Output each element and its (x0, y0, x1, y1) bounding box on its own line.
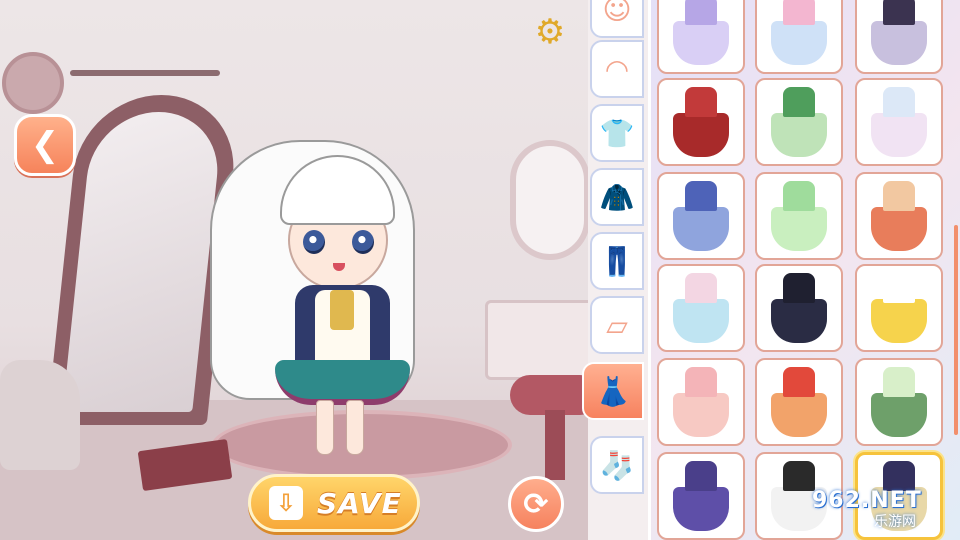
save-button-label: SAVE (317, 486, 402, 520)
wall-hat-decoration (2, 52, 64, 114)
dress-thumbnail-icon (769, 459, 829, 533)
stool-leg (545, 410, 565, 480)
outfit-item[interactable] (755, 358, 843, 446)
category-tab-jacket[interactable]: 🧥 (590, 168, 644, 226)
outfit-item[interactable] (657, 172, 745, 260)
outfit-item[interactable] (855, 264, 943, 352)
dress-thumbnail-icon (769, 85, 829, 159)
category-tab-pants[interactable]: 👖 (590, 232, 644, 290)
category-tab-dress[interactable]: 👗 (582, 362, 644, 420)
outfit-item[interactable] (755, 0, 843, 74)
item-grid-scrollbar[interactable] (954, 225, 958, 435)
category-tab-skirt[interactable]: ▱ (590, 296, 644, 354)
dress-thumbnail-icon (671, 85, 731, 159)
vanity-mirror (510, 140, 590, 260)
dress-thumbnail-icon (671, 365, 731, 439)
outfit-item[interactable] (755, 78, 843, 166)
character-skirt (275, 360, 410, 405)
outfit-item[interactable] (657, 358, 745, 446)
category-sidebar: ☺ ◠ 👕 🧥 👖 ▱ 👗 🧦 (582, 0, 648, 540)
character-left-eye (303, 230, 325, 254)
jacket-icon: 🧥 (599, 180, 635, 214)
chibi-character (200, 135, 430, 460)
character-left-leg (316, 400, 334, 455)
face-blank-icon: ◠ (604, 52, 630, 86)
vanity-table (485, 300, 590, 380)
dressing-room-scene: ❮ ⚙ ⇩ SAVE ⟳ (0, 0, 590, 540)
dress-thumbnail-icon (869, 365, 929, 439)
rocking-horse-toy (0, 360, 80, 470)
dress-thumbnail-icon (769, 271, 829, 345)
outfit-item[interactable] (657, 0, 745, 74)
outfit-item[interactable] (657, 452, 745, 540)
dress-thumbnail-icon (769, 365, 829, 439)
sock-icon: 🧦 (599, 448, 635, 482)
character-right-eye (352, 230, 374, 254)
dress-thumbnail-icon (869, 179, 929, 253)
dress-thumbnail-icon (869, 271, 929, 345)
download-icon: ⇩ (269, 486, 303, 520)
category-tab-socks[interactable]: 🧦 (590, 436, 644, 494)
skirt-icon: ▱ (606, 308, 628, 342)
outfit-item[interactable] (855, 452, 943, 540)
gear-icon: ⚙ (534, 12, 566, 52)
outfit-item[interactable] (855, 0, 943, 74)
outfit-item[interactable] (855, 358, 943, 446)
outfit-item[interactable] (755, 172, 843, 260)
dress-thumbnail-icon (671, 179, 731, 253)
outfit-item[interactable] (755, 452, 843, 540)
outfit-item[interactable] (855, 172, 943, 260)
dress-thumbnail-icon (869, 85, 929, 159)
dress-thumbnail-icon (671, 0, 731, 67)
refresh-button[interactable]: ⟳ (508, 476, 564, 532)
dress-thumbnail-icon (671, 459, 731, 533)
category-tab-face[interactable]: ◠ (590, 40, 644, 98)
refresh-icon: ⟳ (523, 486, 549, 522)
back-button[interactable]: ❮ (14, 114, 76, 176)
settings-button[interactable]: ⚙ (532, 12, 568, 52)
outfit-item[interactable] (755, 264, 843, 352)
dress-thumbnail-icon (869, 0, 929, 67)
outfit-item[interactable] (855, 78, 943, 166)
back-arrow-icon: ❮ (30, 125, 60, 165)
character-right-leg (346, 400, 364, 455)
wall-hook-bar (70, 70, 220, 76)
character-legs (310, 400, 370, 455)
pants-icon: 👖 (599, 244, 635, 278)
save-button[interactable]: ⇩ SAVE (248, 474, 420, 532)
dress-thumbnail-icon (769, 0, 829, 67)
outfit-item[interactable] (657, 78, 745, 166)
tanktop-icon: 👕 (599, 116, 635, 150)
dress-icon: 👗 (595, 374, 631, 408)
category-tab-top[interactable]: 👕 (590, 104, 644, 162)
dress-thumbnail-icon (869, 459, 929, 533)
category-tab-expression[interactable]: ☺ (590, 0, 644, 38)
dress-thumbnail-icon (671, 271, 731, 345)
character-bow (330, 290, 354, 330)
item-grid-panel (648, 0, 960, 540)
face-smile-icon: ☺ (602, 0, 632, 26)
dress-thumbnail-icon (769, 179, 829, 253)
vanity-stool (510, 375, 590, 415)
outfit-item[interactable] (657, 264, 745, 352)
